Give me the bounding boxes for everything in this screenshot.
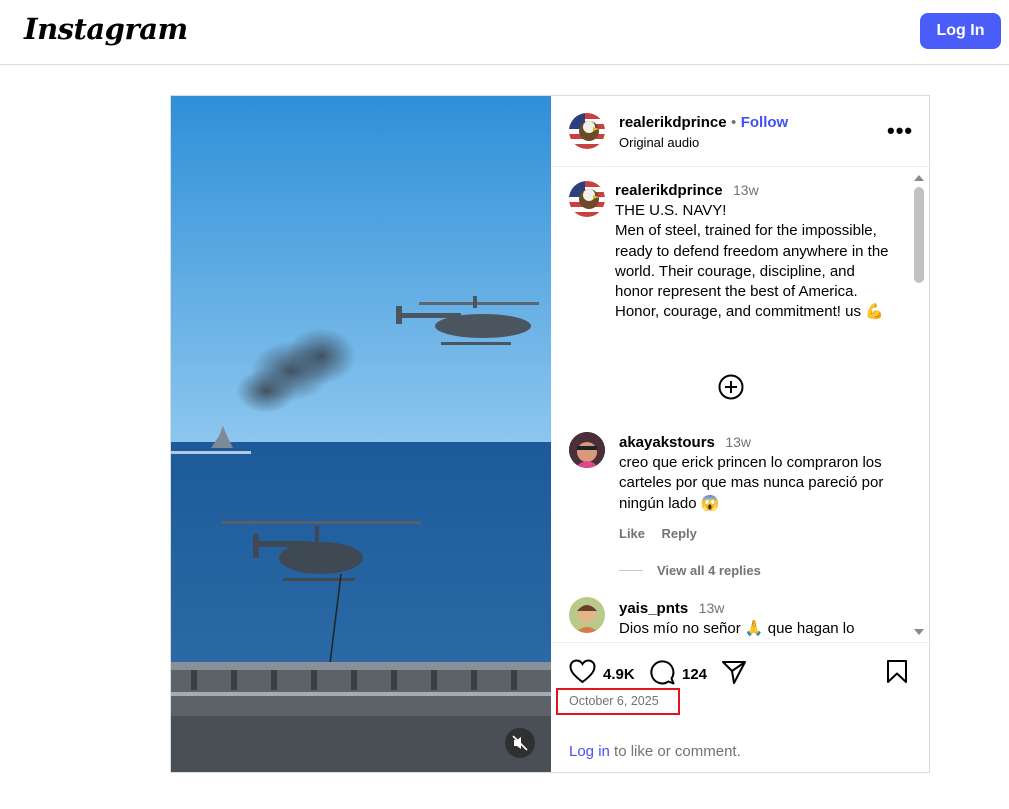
login-prompt: Log in to like or comment. <box>569 743 741 760</box>
comment-button[interactable] <box>649 659 675 690</box>
audio-label[interactable]: Original audio <box>619 135 699 150</box>
comment-avatar[interactable] <box>569 432 605 468</box>
plus-circle-icon <box>718 374 744 400</box>
like-button[interactable] <box>569 659 596 689</box>
comment-time[interactable]: 13w <box>699 600 725 616</box>
date-highlight-box: October 6, 2025 <box>556 688 680 715</box>
share-button[interactable] <box>721 659 747 690</box>
post-header: realerikdprince • Follow Original audio … <box>551 96 929 167</box>
mute-button[interactable] <box>505 728 535 758</box>
comment-avatar[interactable] <box>569 597 605 633</box>
view-replies-button[interactable]: View all 4 replies <box>657 563 761 578</box>
separator-dot: • <box>731 114 737 131</box>
login-link[interactable]: Log in <box>569 743 610 760</box>
comment-text: creo que erick princen lo compraron los … <box>619 454 884 512</box>
speaker-muted-icon <box>512 735 528 751</box>
comment-username[interactable]: akayakstours <box>619 434 715 451</box>
load-more-comments-button[interactable] <box>717 373 745 406</box>
save-button[interactable] <box>886 659 908 689</box>
more-options-icon[interactable]: ••• <box>887 118 913 144</box>
paper-plane-icon <box>722 661 746 684</box>
eagle-flag-avatar-icon <box>569 113 605 149</box>
likes-count[interactable]: 4.9K <box>603 666 635 683</box>
scrollbar-track <box>914 175 924 635</box>
user-photo-avatar-icon <box>569 432 605 468</box>
author-avatar[interactable] <box>569 113 605 149</box>
comments-list[interactable]: realerikdprince 13w THE U.S. NAVY! Men o… <box>551 167 929 642</box>
post-sidebar: realerikdprince • Follow Original audio … <box>551 96 929 772</box>
follow-button[interactable]: Follow <box>741 114 789 131</box>
post-actions: 4.9K 124 October 6, 2025 Log in to like … <box>551 642 929 773</box>
caption-username[interactable]: realerikdprince <box>615 182 723 199</box>
caption-text: THE U.S. NAVY! Men of steel, trained for… <box>615 202 889 321</box>
comment-text: Dios mío no señor 🙏 que hagan lo <box>619 620 855 637</box>
comment-bubble-icon <box>650 660 675 685</box>
eagle-flag-avatar-icon <box>569 181 605 217</box>
heart-icon <box>569 659 596 684</box>
comments-scrollbar[interactable] <box>911 171 927 641</box>
reply-button[interactable]: Reply <box>661 526 696 541</box>
post-video[interactable] <box>171 96 551 772</box>
login-button[interactable]: Log In <box>920 13 1001 49</box>
top-bar: Instagram Log In <box>0 0 1009 65</box>
caption-avatar[interactable] <box>569 181 605 217</box>
post-dialog: realerikdprince • Follow Original audio … <box>170 95 930 773</box>
post-date[interactable]: October 6, 2025 <box>569 694 659 708</box>
user-photo-avatar-icon <box>569 597 605 633</box>
instagram-logo[interactable]: Instagram <box>24 12 188 46</box>
comment-username[interactable]: yais_pnts <box>619 600 688 617</box>
bookmark-icon <box>887 660 907 683</box>
author-username[interactable]: realerikdprince <box>619 114 727 131</box>
like-comment-button[interactable]: Like <box>619 526 645 541</box>
login-prompt-text: to like or comment. <box>609 743 741 760</box>
comment-time[interactable]: 13w <box>725 434 751 450</box>
caption-time[interactable]: 13w <box>733 182 759 198</box>
comments-count[interactable]: 124 <box>682 666 707 683</box>
replies-divider <box>619 570 643 571</box>
video-frame <box>171 96 551 772</box>
